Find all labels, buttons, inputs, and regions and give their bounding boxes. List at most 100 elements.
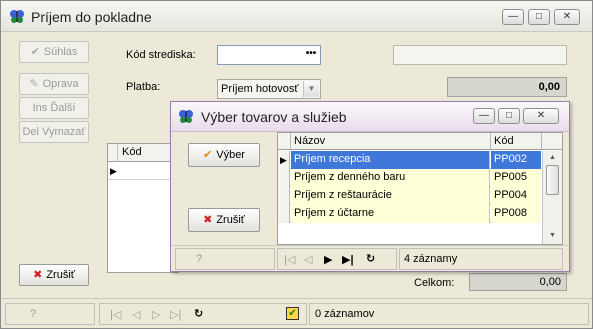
dialog-minimize-button[interactable]: — <box>473 108 495 124</box>
edit-icon: ✎ <box>29 78 39 90</box>
close-icon: ✕ <box>536 110 546 121</box>
kod-strediska-input[interactable]: ••• <box>217 45 321 65</box>
record-count: 0 záznamov <box>315 308 375 320</box>
dialog-count-cell: 4 záznamy <box>399 248 563 270</box>
table-row[interactable]: Príjem z účtarne PP008 <box>278 205 541 223</box>
dialog-maximize-button[interactable]: □ <box>498 108 520 124</box>
app-butterfly-icon <box>10 10 24 23</box>
minimize-icon: — <box>479 110 489 121</box>
dialog-title-bar[interactable]: Výber tovarov a služieb — □ ✕ <box>171 102 569 132</box>
table-row[interactable]: Príjem z reštaurácie PP004 <box>278 187 541 205</box>
table-indicator-header <box>278 133 291 150</box>
next-record-icon[interactable]: ▷ <box>152 308 160 321</box>
del-vymazat-label: Del Vymazať <box>22 126 86 138</box>
platba-value: Príjem hotovosť <box>221 83 299 95</box>
row-name: Príjem z účtarne <box>291 205 490 223</box>
scroll-thumb[interactable] <box>546 165 559 195</box>
row-indicator <box>278 187 290 205</box>
help-cell: ? <box>5 303 95 325</box>
row-indicator <box>278 169 290 187</box>
dialog-status-bar: ? |◁ ◁ ▶ ▶| ↻ 4 záznamy <box>171 245 569 271</box>
row-code: PP008 <box>491 205 541 223</box>
minimize-icon: — <box>508 11 518 22</box>
vyber-label: Výber <box>216 149 245 161</box>
row-name: Príjem recepcia <box>291 151 490 169</box>
oprava-button[interactable]: ✎ Oprava <box>19 73 89 95</box>
row-code: PP005 <box>491 169 541 187</box>
record-count-cell: 0 záznamov <box>309 303 589 325</box>
close-button[interactable]: ✕ <box>554 9 580 25</box>
dialog-close-button[interactable]: ✕ <box>523 108 559 124</box>
del-vymazat-button[interactable]: Del Vymazať <box>19 121 89 143</box>
maximize-button[interactable]: □ <box>528 9 550 25</box>
check-icon: ✔ <box>203 149 213 161</box>
zrusit-button[interactable]: ✖ Zrušiť <box>19 264 89 286</box>
refresh-icon[interactable]: ↻ <box>366 252 375 265</box>
last-record-icon[interactable]: ▷| <box>170 308 181 321</box>
prev-record-icon[interactable]: ◁ <box>132 308 140 321</box>
refresh-icon[interactable]: ↻ <box>194 307 203 320</box>
grid-header: Kód <box>108 144 178 162</box>
row-name: Príjem z reštaurácie <box>291 187 490 205</box>
suhlas-label: Súhlas <box>43 46 78 58</box>
grid-col-kod: Kód <box>122 146 142 158</box>
col-nazov-header[interactable]: Názov <box>291 133 491 150</box>
ins-dalsi-button[interactable]: Ins Ďalší <box>19 97 89 119</box>
x-icon: ✖ <box>33 269 43 281</box>
items-table[interactable]: Názov Kód ▶ Príjem recepcia PP002 Príjem… <box>277 132 563 245</box>
filter-checkbox-icon[interactable]: ✔ <box>286 307 299 320</box>
col-kod-header[interactable]: Kód <box>491 133 542 150</box>
last-record-icon[interactable]: ▶| <box>342 253 354 266</box>
scroll-header-corner <box>542 133 562 150</box>
x-icon: ✖ <box>203 214 213 226</box>
table-row[interactable]: ▶ Príjem recepcia PP002 <box>278 151 541 169</box>
row-code: PP002 <box>491 151 541 169</box>
vyber-button[interactable]: ✔ Výber <box>188 143 260 167</box>
zrusit-label: Zrušiť <box>46 269 75 281</box>
entries-grid[interactable]: Kód ▶ <box>107 143 179 273</box>
dialog-zrusit-label: Zrušiť <box>216 214 245 226</box>
celkom-label: Celkom: <box>414 277 455 289</box>
help-icon[interactable]: ? <box>30 308 36 320</box>
ins-dalsi-label: Ins Ďalší <box>32 102 76 114</box>
dialog-title: Výber tovarov a služieb <box>201 109 347 125</box>
chevron-down-icon: ▼ <box>303 81 319 97</box>
dialog-record-count: 4 záznamy <box>404 253 458 265</box>
title-bar[interactable]: Príjem do pokladne — □ ✕ <box>1 1 592 32</box>
dialog-nav-cell: |◁ ◁ ▶ ▶| ↻ <box>277 248 397 270</box>
amount-field: 0,00 <box>447 77 567 97</box>
vyber-dialog: Výber tovarov a služieb — □ ✕ ✔ Výber ✖ Zr… <box>170 101 570 272</box>
check-icon: ✔ <box>30 46 40 58</box>
dialog-zrusit-button[interactable]: ✖ Zrušiť <box>188 208 260 232</box>
prev-record-icon[interactable]: ◁ <box>304 253 312 266</box>
ellipsis-icon: ••• <box>305 48 317 59</box>
maximize-icon: □ <box>535 11 543 22</box>
browse-button[interactable]: ••• <box>302 46 320 64</box>
stredisko-name-field <box>393 45 567 65</box>
kod-strediska-label: Kód strediska: <box>126 49 196 61</box>
minimize-button[interactable]: — <box>502 9 524 25</box>
first-record-icon[interactable]: |◁ <box>284 253 295 266</box>
suhlas-button[interactable]: ✔ Súhlas <box>19 41 89 63</box>
platba-select[interactable]: Príjem hotovosť ▼ <box>217 79 321 99</box>
table-row[interactable]: ▶ <box>108 162 178 180</box>
celkom-value: 0,00 <box>469 273 567 291</box>
platba-label: Platba: <box>126 81 161 93</box>
grid-indicator-header <box>108 144 118 162</box>
vertical-scrollbar[interactable]: ▲ ▼ <box>542 151 562 244</box>
row-indicator <box>278 205 290 223</box>
status-bar: ? |◁ ◁ ▷ ▷| ↻ ✔ 0 záznamov <box>1 298 592 328</box>
nav-cell: |◁ ◁ ▷ ▷| ↻ ✔ <box>99 303 307 325</box>
help-icon[interactable]: ? <box>196 253 202 265</box>
next-record-icon[interactable]: ▶ <box>324 253 332 266</box>
row-code: PP004 <box>491 187 541 205</box>
table-row[interactable]: Príjem z denného baru PP005 <box>278 169 541 187</box>
row-pointer-icon: ▶ <box>278 151 290 169</box>
first-record-icon[interactable]: |◁ <box>110 308 121 321</box>
oprava-label: Oprava <box>42 78 79 90</box>
row-pointer-icon: ▶ <box>110 166 117 176</box>
scroll-up-icon[interactable]: ▲ <box>545 152 560 164</box>
close-icon: ✕ <box>562 11 572 22</box>
scroll-down-icon[interactable]: ▼ <box>545 230 560 242</box>
app-butterfly-icon <box>179 110 193 123</box>
